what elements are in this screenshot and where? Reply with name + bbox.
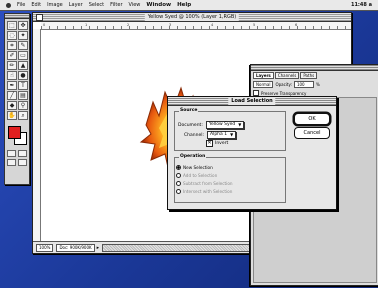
invert-label: Invert [215,141,229,146]
opacity-input[interactable]: 100 [293,81,314,88]
ruler-mark: 6 [295,23,298,27]
radio-label: Subtract from Selection [183,181,233,186]
radio-add-to-selection[interactable]: Add to Selection [176,173,217,178]
menu-bar: File Edit Image Layer Select Filter View… [0,0,378,11]
source-label: Source [179,108,199,113]
radio-button[interactable] [176,189,181,194]
info-arrow-icon[interactable]: ▸ [97,245,100,251]
invert-checkbox[interactable]: ✕ [206,140,213,147]
radio-label: Add to Selection [183,173,218,178]
radio-label: Intersect with Selection [183,189,233,194]
zoom-tool-icon[interactable]: ⌕ [18,111,28,120]
desktop: File Edit Image Layer Select Filter View… [0,0,378,288]
channel-label: Channel: [184,132,204,138]
opacity-label: Opacity: [275,82,292,87]
color-swatches [5,124,29,150]
smudge-tool-icon[interactable]: ☝ [7,71,17,80]
radio-new-selection[interactable]: New Selection [176,165,213,170]
hand-tool-icon[interactable]: ✋ [7,111,17,120]
lasso-tool-icon[interactable]: ◌ [7,31,17,40]
document-select-value: Yellow Syed [208,122,236,127]
document-select[interactable]: Yellow Syed ▼ [205,121,245,129]
paint-bucket-tool-icon[interactable]: ◆ [7,101,17,110]
document-size-info[interactable]: Doc: 900K/900K [56,243,95,252]
ruler-mark: 3 [169,23,172,27]
magic-wand-tool-icon[interactable]: ✦ [18,31,28,40]
tools-palette: ⬚ ✥ ◌ ✦ ⌗ ✎ ✐ ▭ ✏ ▲ ☝ ● ✒ T ╱ ▤ ◆ ⚲ ✋ ⌕ [4,13,30,185]
channel-select[interactable]: Alpha 1 ▼ [207,131,237,139]
radio-button[interactable] [176,165,181,170]
menu-help[interactable]: Help [177,2,191,8]
menu-image[interactable]: Image [47,2,63,8]
standard-mode-icon[interactable] [7,150,16,157]
menu-window[interactable]: Window [146,2,171,8]
ruler-mark: 5 [253,23,256,27]
eraser-tool-icon[interactable]: ▭ [18,51,28,60]
close-box-icon[interactable] [36,14,43,21]
radio-button[interactable] [176,173,181,178]
menu-file[interactable]: File [17,2,25,8]
channel-select-value: Alpha 1 [210,132,228,137]
tab-channels[interactable]: Channels [274,72,300,79]
foreground-color-swatch[interactable] [8,126,21,139]
menu-filter[interactable]: Filter [110,2,122,8]
popup-arrow-icon: ▼ [230,132,234,137]
crop-tool-icon[interactable]: ⌗ [7,41,17,50]
horizontal-ruler: 0 1 2 3 4 5 6 [41,22,351,30]
gradient-tool-icon[interactable]: ▤ [18,91,28,100]
vertical-ruler [33,29,41,241]
tab-layers[interactable]: Layers [253,72,274,79]
zoom-level[interactable]: 100% [36,243,54,252]
type-tool-icon[interactable]: T [18,81,28,90]
marquee-tool-icon[interactable]: ⬚ [7,21,17,30]
dodge-tool-icon[interactable]: ● [18,71,28,80]
dialog-titlebar[interactable]: Load Selection [168,97,336,106]
ok-button[interactable]: OK [294,113,330,125]
rubber-stamp-tool-icon[interactable]: ▲ [18,61,28,70]
menu-view[interactable]: View [129,2,141,8]
ruler-mark: 1 [85,23,88,27]
preserve-transparency-label: Preserve Transparency [261,90,307,96]
line-tool-icon[interactable]: ╱ [7,91,17,100]
radio-intersect-with-selection[interactable]: Intersect with Selection [176,189,232,194]
radio-label: New Selection [183,165,213,170]
cancel-button[interactable]: Cancel [294,127,330,139]
menu-layer[interactable]: Layer [69,2,83,8]
document-titlebar[interactable]: Yellow Syed @ 100% (Layer 1,RGB) [33,13,351,22]
eyedropper-tool-icon[interactable]: ⚲ [18,101,28,110]
document-label: Document: [178,122,203,128]
menu-edit[interactable]: Edit [31,2,41,8]
fullscreen-mode-icon[interactable] [18,159,27,166]
menu-select[interactable]: Select [89,2,104,8]
ruler-mark: 4 [211,23,214,27]
move-tool-icon[interactable]: ✥ [18,21,28,30]
pen-tool-icon[interactable]: ✒ [7,81,17,90]
apple-menu-icon[interactable] [6,2,11,8]
operation-group: Operation [174,154,286,203]
opacity-unit: % [315,82,320,87]
ruler-mark: 2 [127,23,130,27]
paintbrush-tool-icon[interactable]: ✐ [7,51,17,60]
menu-clock: 11:48 a [350,2,372,8]
airbrush-tool-icon[interactable]: ✎ [18,41,28,50]
window-mode-icon[interactable] [7,159,16,166]
quick-mask-mode-icon[interactable] [18,150,27,157]
ruler-mark: 0 [43,23,46,27]
dialog-title: Load Selection [228,97,276,105]
tab-paths[interactable]: Paths [300,72,318,79]
popup-arrow-icon: ▼ [238,122,242,127]
radio-subtract-from-selection[interactable]: Subtract from Selection [176,181,233,186]
radio-button[interactable] [176,181,181,186]
document-title: Yellow Syed @ 100% (Layer 1,RGB) [144,13,240,21]
blend-mode-select[interactable]: Normal [253,81,274,88]
operation-label: Operation [179,154,207,159]
pencil-tool-icon[interactable]: ✏ [7,61,17,70]
load-selection-dialog: Load Selection Source Document: Yellow S… [167,96,337,210]
